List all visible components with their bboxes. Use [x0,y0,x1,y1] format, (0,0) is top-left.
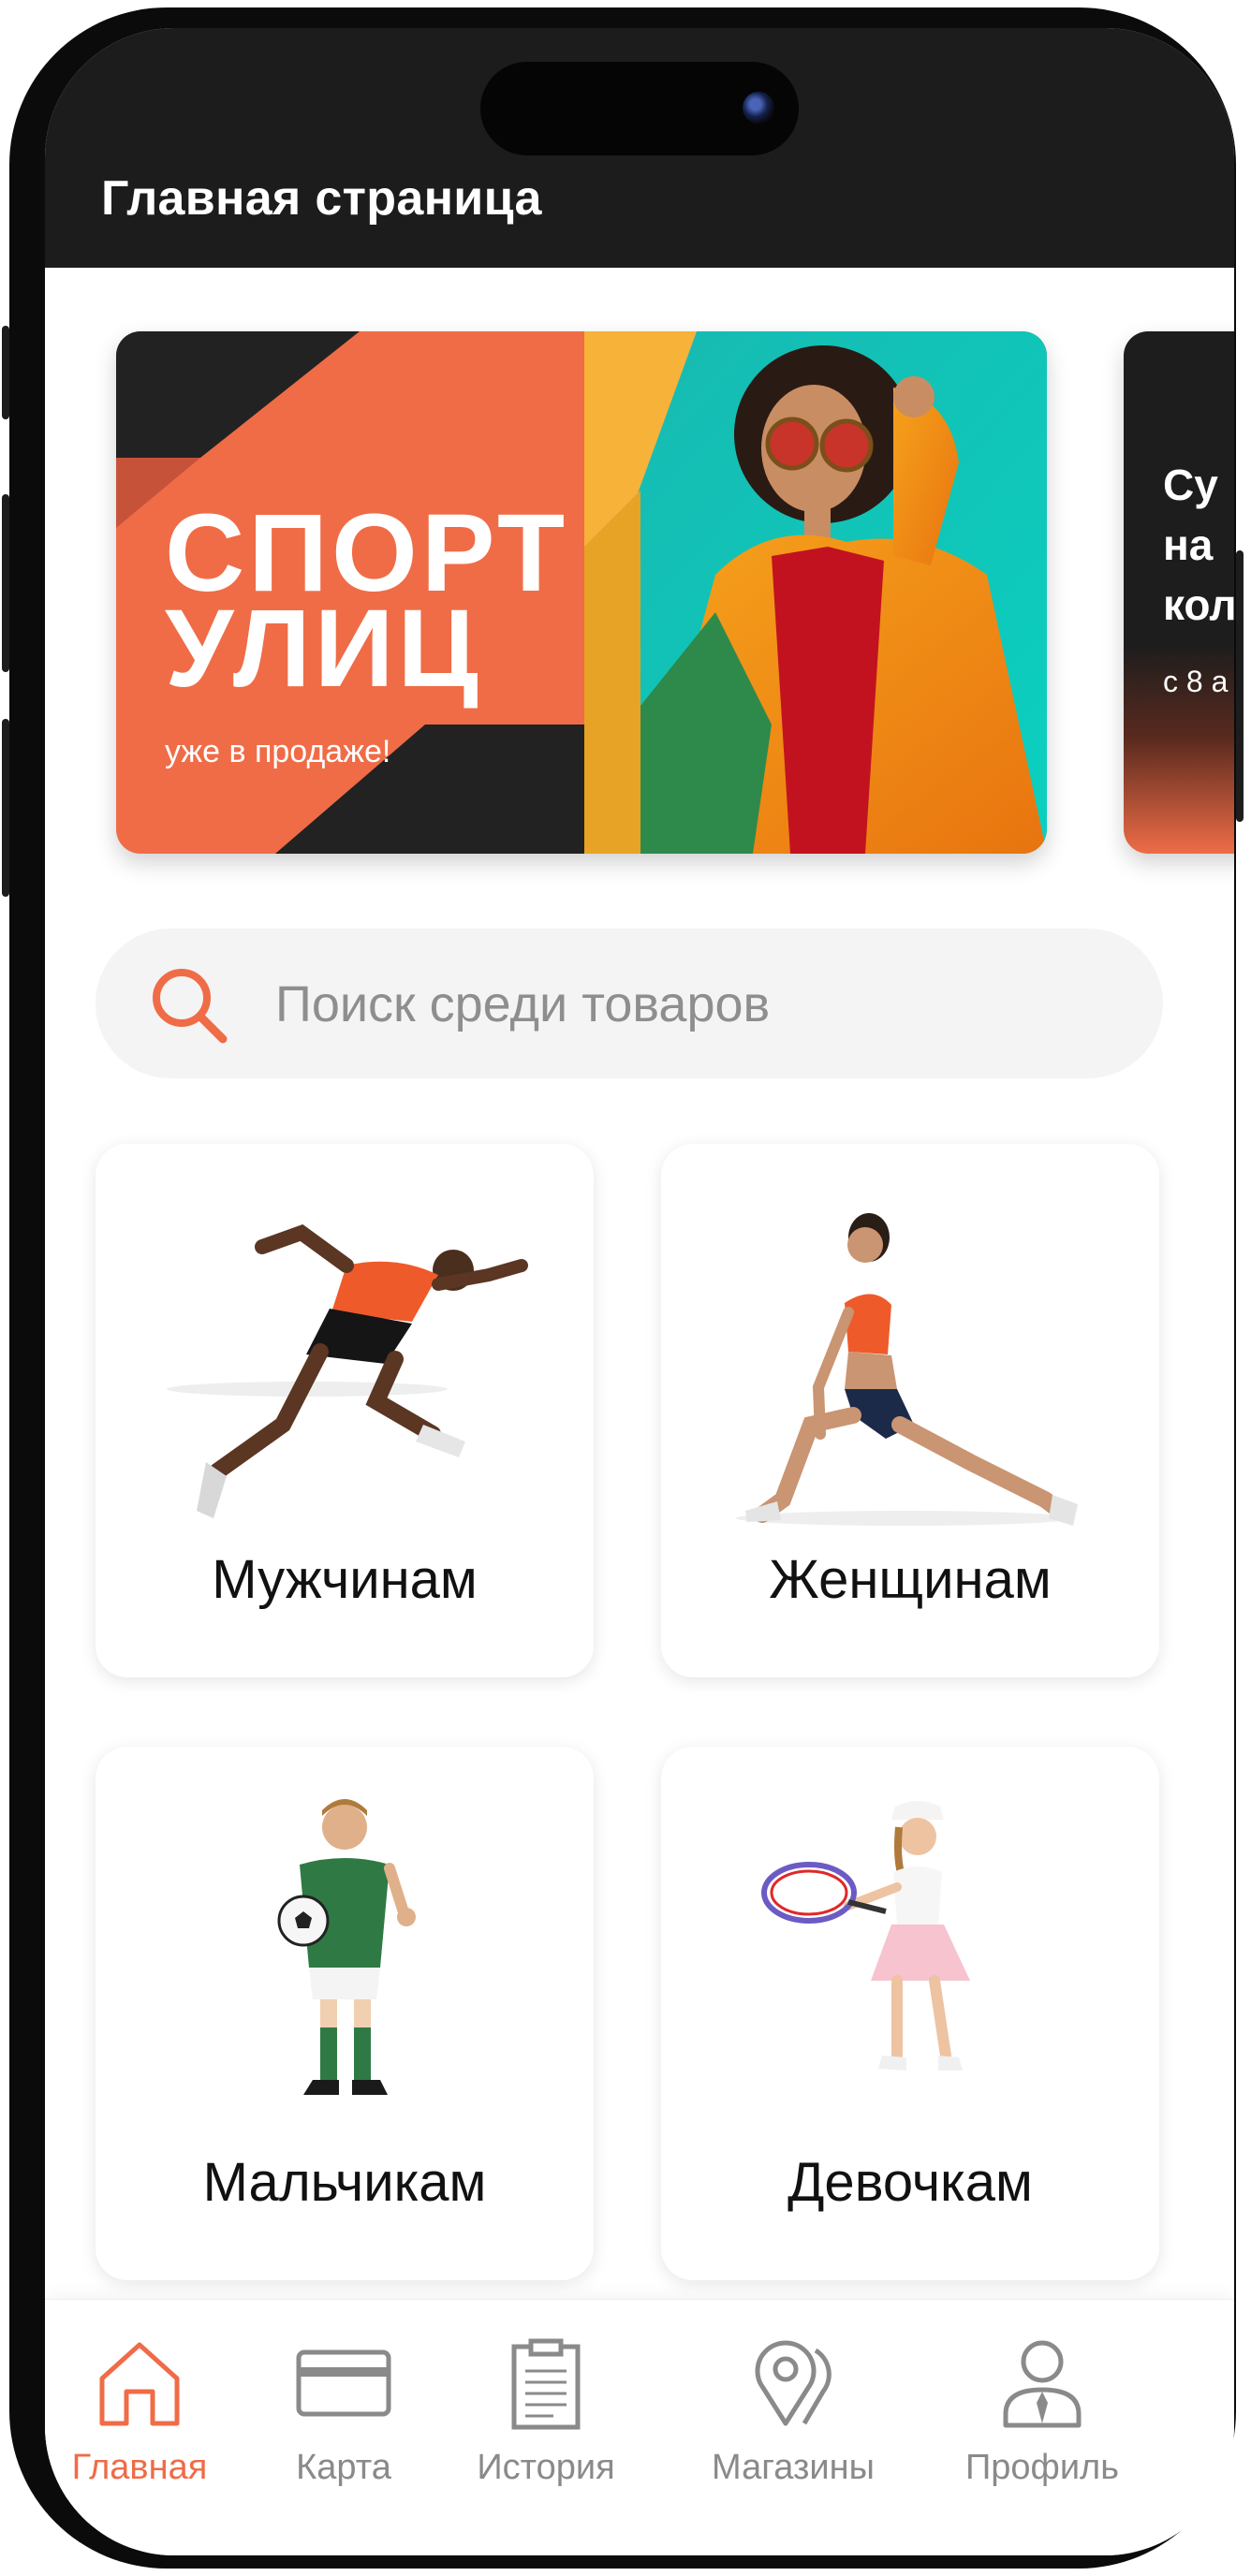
category-card-men[interactable]: Мужчинам [96,1144,594,1677]
banner-2-title: Су на кол [1163,461,1234,629]
home-icon [99,2342,180,2426]
promo-banner-sport[interactable]: СПОРТ УЛИЦ уже в продаже! [116,331,1047,854]
volume-up-button [2,494,9,672]
page-title: Главная страница [101,171,542,226]
category-card-girls[interactable]: Девочкам [661,1747,1159,2280]
phone-frame: Главная страница СПОРТ УЛИЦ уже в продаж… [2,7,1244,2569]
category-card-women[interactable]: Женщинам [661,1144,1159,1677]
nav-label-history: История [477,2448,615,2487]
user-icon [1003,2340,1082,2428]
dynamic-island [480,62,799,155]
banner-title-line-2: УЛИЦ [165,587,482,710]
card-icon [296,2349,391,2417]
nav-label-home: Главная [71,2448,208,2487]
mute-switch [2,326,9,419]
nav-label-card: Карта [296,2448,391,2487]
nav-item-home[interactable]: Главная [45,2337,247,2534]
banner-subtitle: уже в продаже! [165,734,391,769]
nav-item-stores[interactable]: Магазины [685,2337,901,2534]
girl-tennis-image [761,1801,970,2071]
category-label-women: Женщинам [769,1549,1052,1610]
nav-label-profile: Профиль [964,2448,1120,2487]
search-bar[interactable] [96,929,1163,1078]
nav-item-history[interactable]: История [438,2337,654,2534]
power-button [1236,550,1244,822]
category-label-girls: Девочкам [787,2152,1033,2213]
nav-item-card[interactable]: Карта [236,2337,451,2534]
nav-label-stores: Магазины [712,2448,875,2487]
promo-banner-next[interactable]: Су на кол с 8 а [1124,331,1234,854]
search-icon [153,969,228,1044]
search-input[interactable] [273,966,1120,1043]
map-pin-icon [755,2340,832,2426]
volume-down-button [2,719,9,897]
app-screen: Главная страница СПОРТ УЛИЦ уже в продаж… [45,28,1234,2555]
woman-stretching-image [736,1213,1078,1526]
nav-item-profile[interactable]: Профиль [935,2337,1150,2534]
category-label-men: Мужчинам [212,1549,478,1610]
camera-icon [743,92,774,124]
bottom-navigation: Главная Карта История Магазины Профиль [45,2299,1234,2555]
banner-2-subtitle: с 8 а [1163,665,1229,698]
clipboard-icon [511,2338,581,2430]
banner-title: СПОРТ УЛИЦ [165,498,568,710]
boy-football-image [277,1799,416,2095]
category-card-boys[interactable]: Мальчикам [96,1747,594,2280]
man-runner-image [167,1224,528,1518]
category-label-boys: Мальчикам [202,2152,487,2213]
